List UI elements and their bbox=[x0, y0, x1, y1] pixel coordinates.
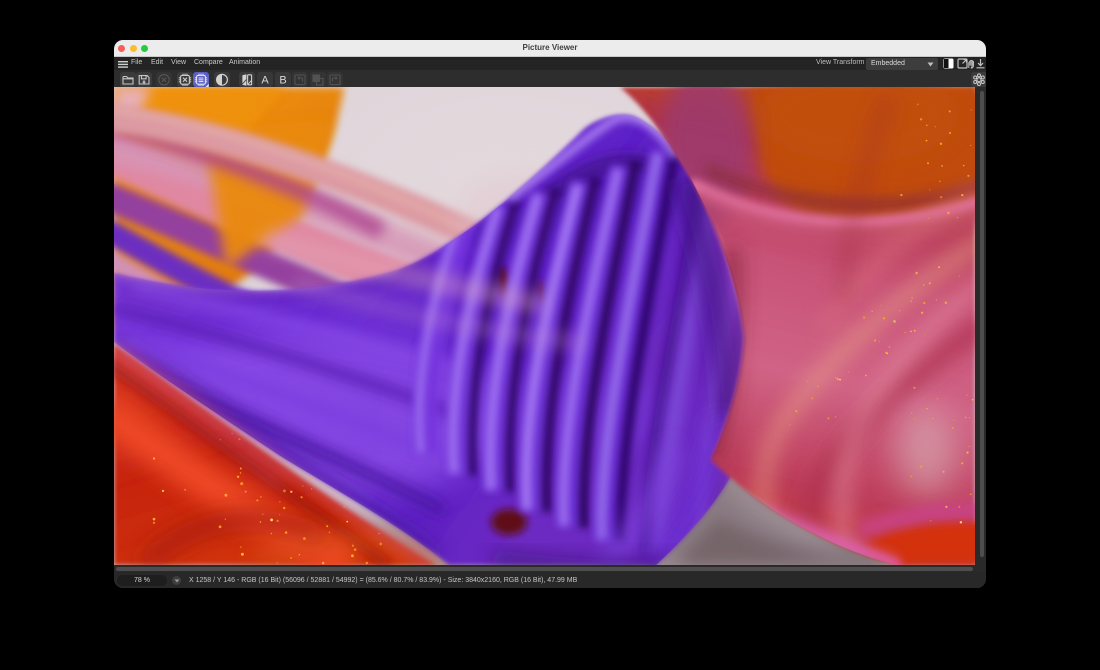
svg-text:A: A bbox=[261, 74, 269, 86]
svg-text:B: B bbox=[279, 74, 286, 86]
